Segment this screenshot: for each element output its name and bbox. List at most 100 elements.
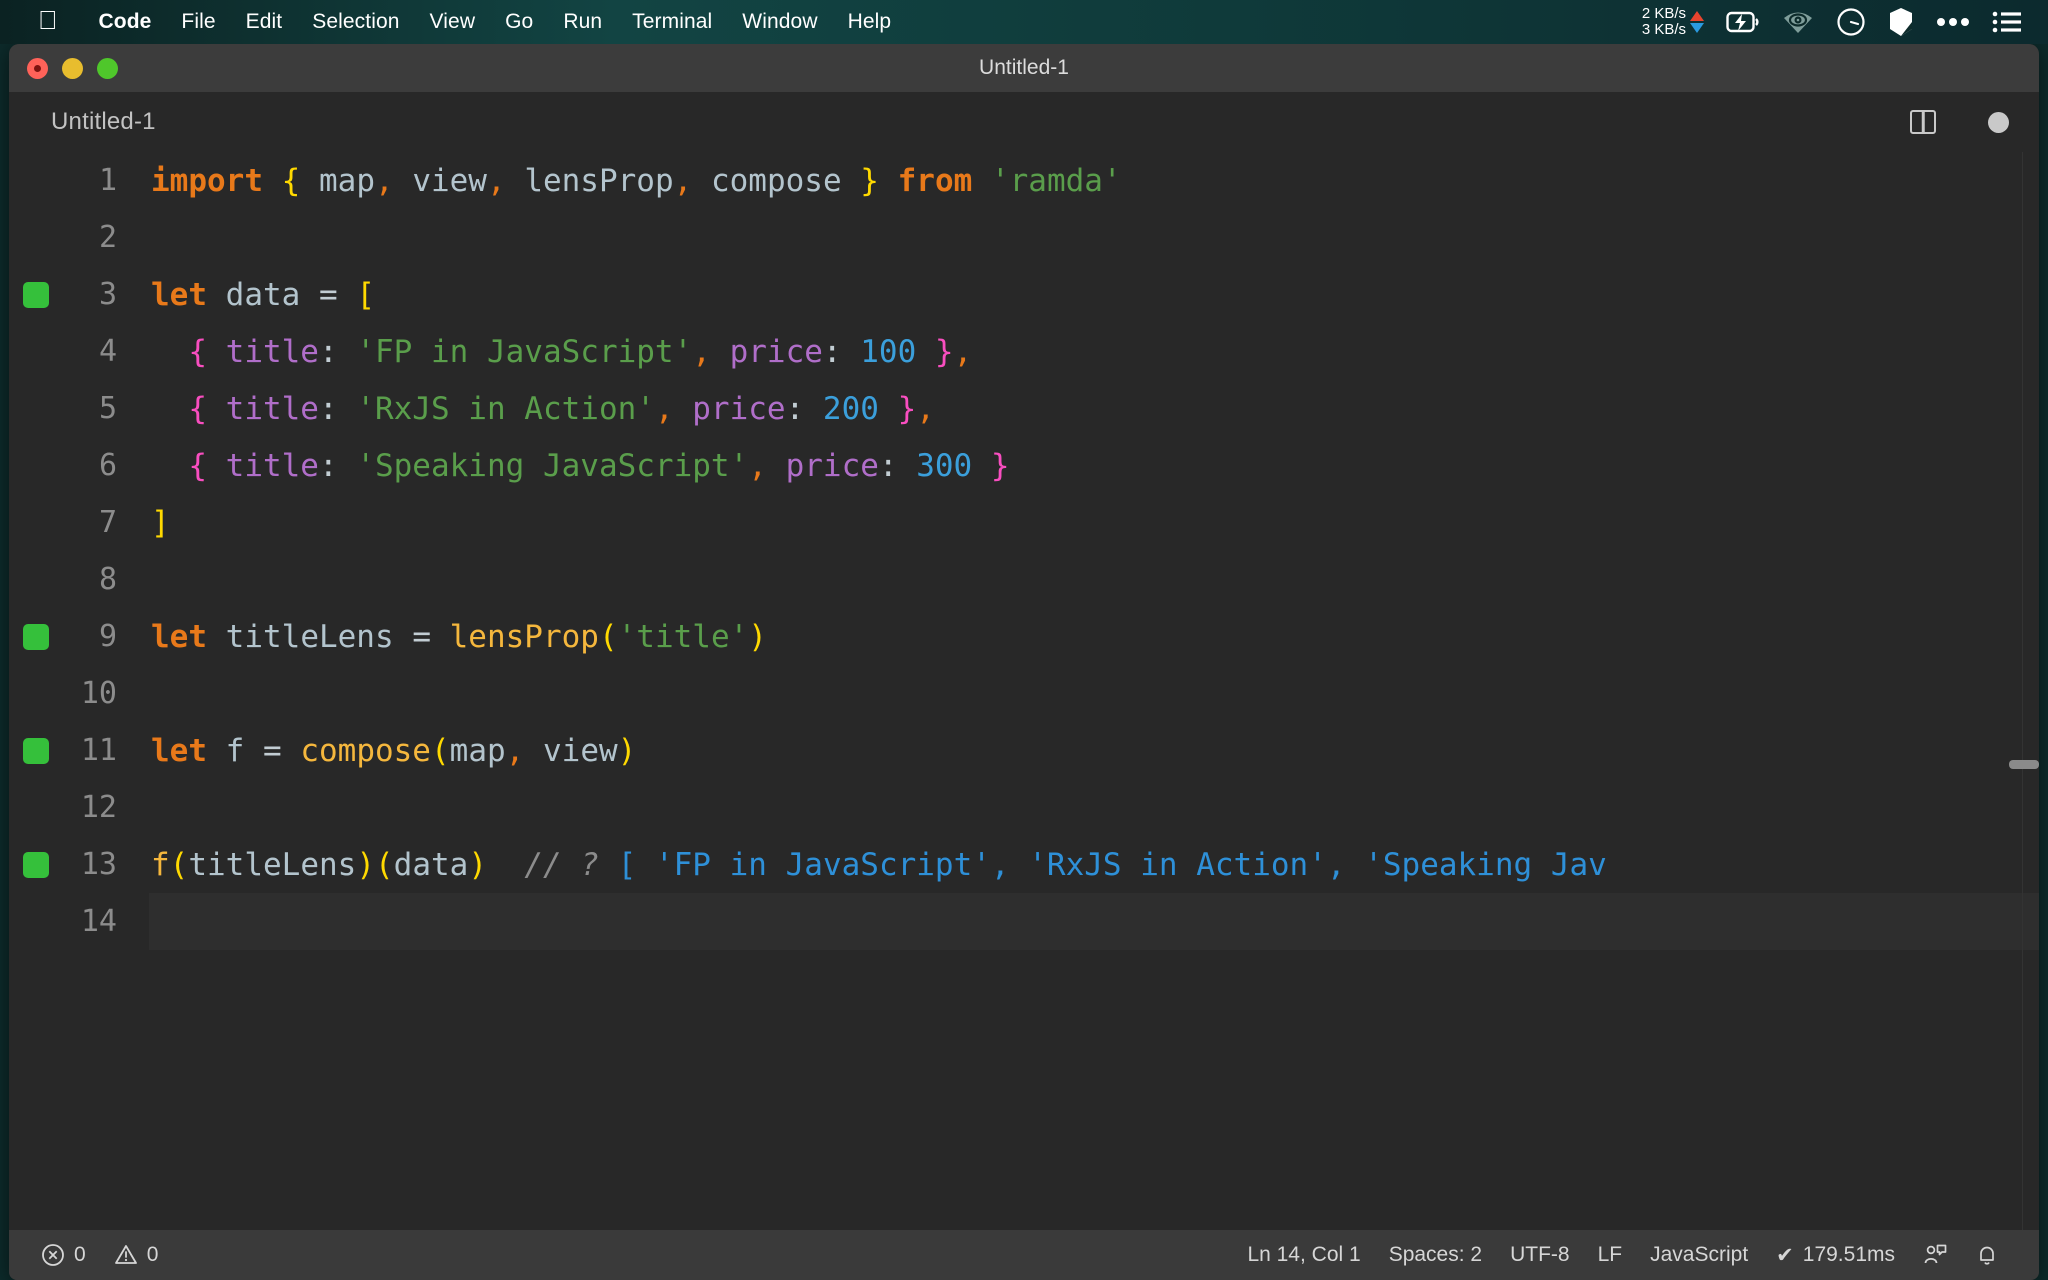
tab-untitled-1[interactable]: Untitled-1 <box>51 108 156 136</box>
battery-charging-icon[interactable] <box>1726 10 1760 34</box>
line-content[interactable] <box>149 779 2039 836</box>
line-content[interactable]: let f = compose(map, view) <box>149 722 2039 779</box>
download-arrow-icon <box>1690 23 1704 33</box>
line-number: 5 <box>9 391 149 426</box>
token-paren: ( <box>170 847 189 883</box>
code-editor[interactable]: 1 import { map, view, lensProp, compose … <box>9 152 2039 1230</box>
line-number: 2 <box>9 220 149 255</box>
line-number: 4 <box>9 334 149 369</box>
line-content[interactable]: let data = [ <box>149 266 2039 323</box>
quokka-timing[interactable]: ✔ 179.51ms <box>1762 1243 1909 1268</box>
menu-item-run[interactable]: Run <box>548 10 617 34</box>
line-content[interactable]: let titleLens = lensProp('title') <box>149 608 2039 665</box>
list-menu-icon[interactable] <box>1992 10 2022 34</box>
feedback-person-icon[interactable] <box>1909 1243 1961 1267</box>
token-bracket: [ <box>356 277 375 313</box>
token-brace: } <box>860 163 879 199</box>
token-comma: , <box>655 391 692 427</box>
token-paren: ) <box>748 619 767 655</box>
code-line: 3 let data = [ <box>9 266 2039 323</box>
line-content[interactable] <box>149 551 2039 608</box>
token-paren: ) <box>356 847 375 883</box>
vscode-window: Untitled-1 Untitled-1 1 import { map, vi… <box>9 44 2039 1280</box>
token-number: 200 <box>823 391 879 427</box>
token-ident: lensProp <box>506 163 674 199</box>
line-content[interactable] <box>149 665 2039 722</box>
status-warnings[interactable]: 0 <box>100 1243 173 1267</box>
language-mode[interactable]: JavaScript <box>1636 1243 1762 1267</box>
warning-count: 0 <box>147 1243 159 1267</box>
line-content[interactable]: { title: 'RxJS in Action', price: 200 }, <box>149 380 2039 437</box>
ellipsis-icon[interactable] <box>1936 16 1970 28</box>
code-line: 2 <box>9 209 2039 266</box>
menu-item-window[interactable]: Window <box>727 10 832 34</box>
menu-item-go[interactable]: Go <box>490 10 548 34</box>
token-ident: titleLens <box>188 847 356 883</box>
menu-item-selection[interactable]: Selection <box>297 10 414 34</box>
line-content[interactable]: { title: 'FP in JavaScript', price: 100 … <box>149 323 2039 380</box>
token-paren: ) <box>468 847 487 883</box>
quokka-live-marker-icon <box>23 852 49 878</box>
maximize-button[interactable] <box>97 58 118 79</box>
token-paren: ) <box>618 733 637 769</box>
minimize-button[interactable] <box>62 58 83 79</box>
vertical-scrollbar[interactable] <box>2021 152 2039 1230</box>
token-comma: , <box>375 163 394 199</box>
line-content[interactable]: f(titleLens)(data) // ? [ 'FP in JavaScr… <box>149 836 2039 893</box>
quokka-live-marker-icon <box>23 738 49 764</box>
token-colon: : <box>823 334 860 370</box>
token-property: title <box>226 334 319 370</box>
gauge-icon[interactable] <box>1836 7 1866 37</box>
menu-item-terminal[interactable]: Terminal <box>617 10 727 34</box>
check-icon: ✔ <box>1776 1243 1794 1268</box>
box-3d-icon[interactable] <box>1888 7 1914 37</box>
unsaved-dot-icon[interactable] <box>1988 112 2009 133</box>
network-speed-indicator[interactable]: 2 KB/s 3 KB/s <box>1642 6 1704 38</box>
token-operator: = <box>263 733 300 769</box>
status-errors[interactable]: 0 <box>27 1243 100 1267</box>
token-comma: , <box>748 448 785 484</box>
window-title: Untitled-1 <box>9 56 2039 80</box>
split-editor-icon[interactable] <box>1910 110 1936 134</box>
line-endings[interactable]: LF <box>1584 1243 1637 1267</box>
menu-item-edit[interactable]: Edit <box>231 10 298 34</box>
line-content[interactable] <box>149 893 2039 950</box>
editor-actions <box>1910 110 2009 134</box>
apple-logo-icon[interactable]:  <box>38 7 58 33</box>
token-string: 'RxJS in Action' <box>356 391 655 427</box>
encoding[interactable]: UTF-8 <box>1496 1243 1584 1267</box>
upload-speed-label: 2 KB/s <box>1642 6 1686 22</box>
line-number: 10 <box>9 676 149 711</box>
token-obj-brace: } <box>916 334 953 370</box>
line-content[interactable]: { title: 'Speaking JavaScript', price: 3… <box>149 437 2039 494</box>
token-keyword: from <box>879 163 991 199</box>
close-button[interactable] <box>27 58 48 79</box>
menu-item-help[interactable]: Help <box>833 10 907 34</box>
cursor-position[interactable]: Ln 14, Col 1 <box>1233 1243 1374 1267</box>
token-keyword: import <box>151 163 263 199</box>
menu-bar-status-area: 2 KB/s 3 KB/s <box>1642 6 2048 38</box>
token-paren: ( <box>375 847 394 883</box>
quokka-live-marker-icon <box>23 624 49 650</box>
token-operator: = <box>319 277 356 313</box>
token-ident: data <box>207 277 319 313</box>
code-line: 6 { title: 'Speaking JavaScript', price:… <box>9 437 2039 494</box>
menu-item-view[interactable]: View <box>415 10 491 34</box>
line-number: 14 <box>9 904 149 939</box>
window-controls <box>27 58 118 79</box>
token-colon: : <box>879 448 916 484</box>
notification-bell-icon[interactable] <box>1961 1243 2013 1267</box>
menu-item-file[interactable]: File <box>166 10 230 34</box>
code-line: 5 { title: 'RxJS in Action', price: 200 … <box>9 380 2039 437</box>
download-speed-label: 3 KB/s <box>1642 22 1686 38</box>
line-number: 1 <box>9 163 149 198</box>
line-content[interactable]: import { map, view, lensProp, compose } … <box>149 152 2039 209</box>
menu-item-code[interactable]: Code <box>84 10 167 34</box>
line-content[interactable] <box>149 209 2039 266</box>
wifi-eye-icon[interactable] <box>1782 9 1814 35</box>
code-line: 10 <box>9 665 2039 722</box>
indentation[interactable]: Spaces: 2 <box>1375 1243 1496 1267</box>
token-obj-brace: { <box>151 391 226 427</box>
code-line: 1 import { map, view, lensProp, compose … <box>9 152 2039 209</box>
line-content[interactable]: ] <box>149 494 2039 551</box>
